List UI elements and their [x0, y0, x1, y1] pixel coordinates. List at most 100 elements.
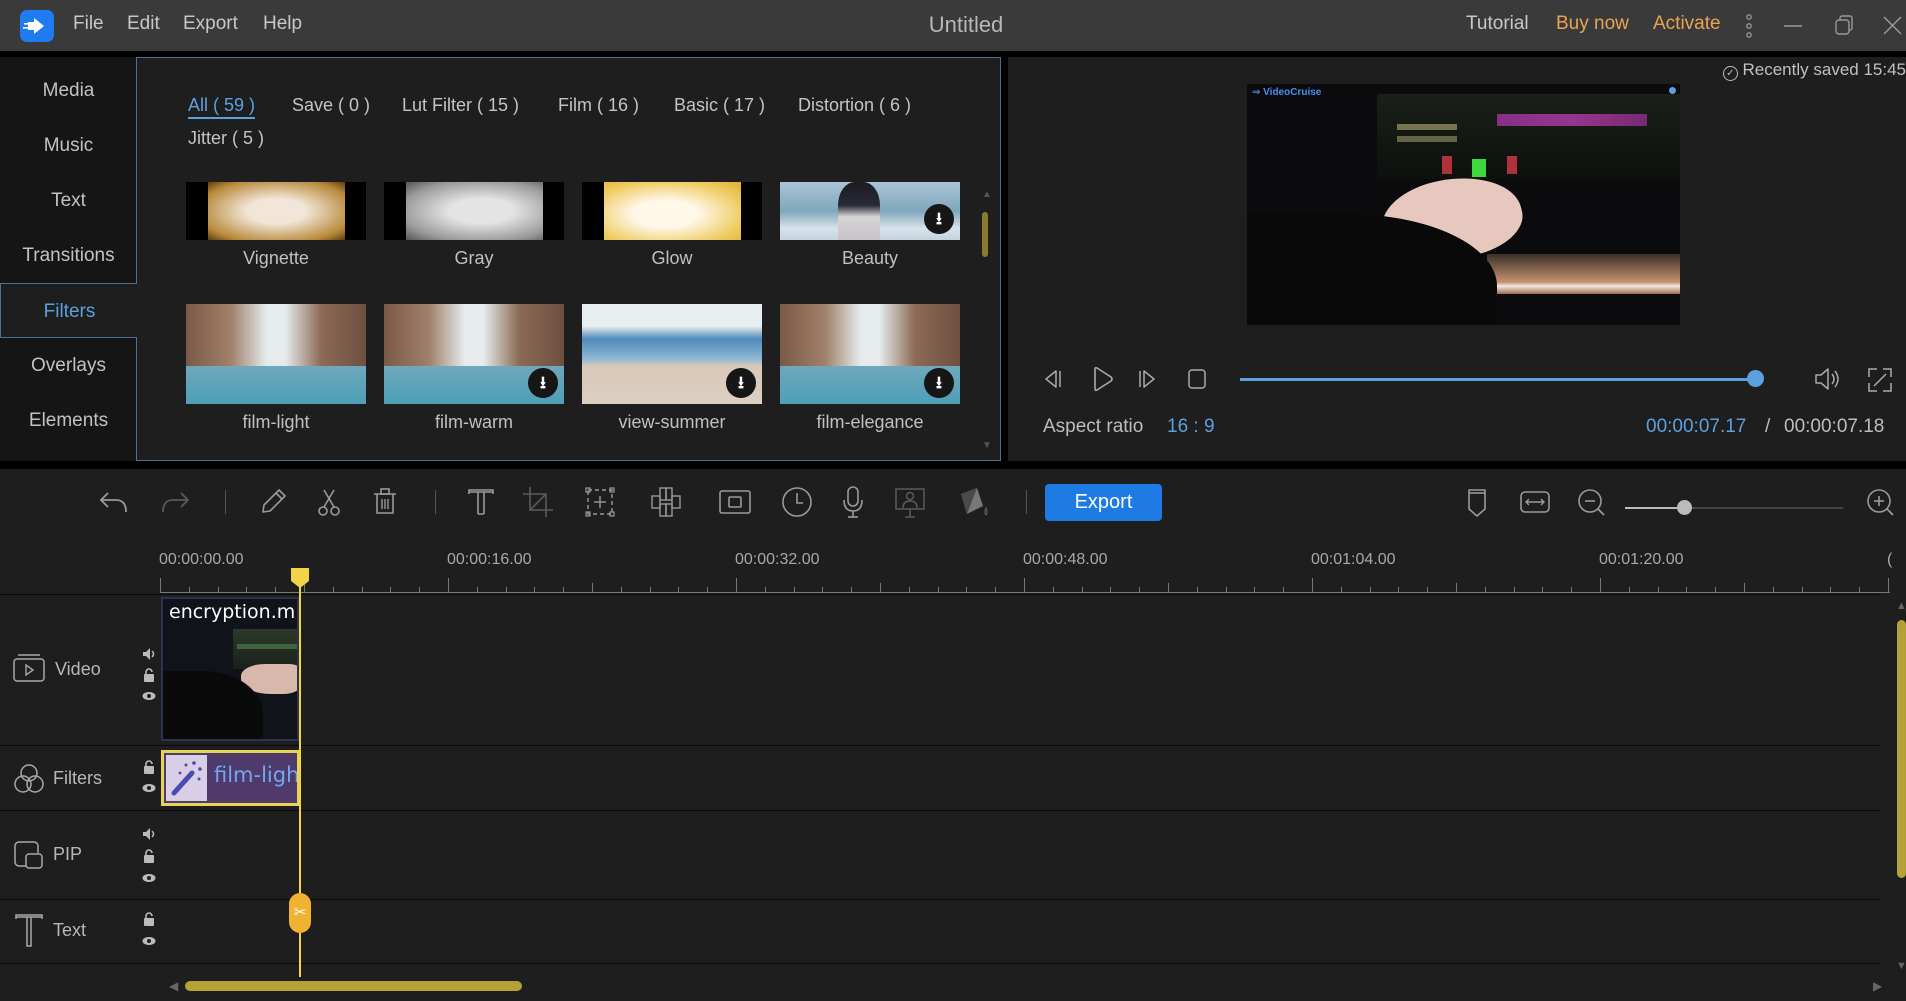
scroll-down-arrow-icon[interactable]: ▼ — [982, 440, 992, 451]
filter-item-film-elegance[interactable]: ⭳ film-elegance — [780, 304, 960, 433]
volume-icon[interactable] — [1812, 365, 1844, 400]
buy-now-link[interactable]: Buy now — [1556, 13, 1629, 35]
marker-icon[interactable] — [1459, 484, 1495, 520]
sidebar-item-media[interactable]: Media — [0, 63, 137, 118]
sidebar-item-elements[interactable]: Elements — [0, 393, 137, 448]
tutorial-link[interactable]: Tutorial — [1466, 13, 1529, 35]
download-icon[interactable]: ⭳ — [726, 368, 756, 398]
filter-item-glow[interactable]: Glow — [582, 182, 762, 269]
minimize-icon[interactable] — [1782, 14, 1804, 36]
more-options-icon[interactable] — [1744, 13, 1754, 39]
watermark-remove-icon[interactable] — [1669, 87, 1676, 94]
lock-icon[interactable] — [142, 760, 156, 774]
timeline-vertical-scrollbar[interactable] — [1897, 620, 1906, 878]
menu-edit[interactable]: Edit — [127, 13, 160, 35]
presenter-icon[interactable] — [892, 484, 928, 520]
ruler-tick — [217, 587, 219, 592]
cut-scissors-icon[interactable] — [311, 484, 347, 520]
lock-icon[interactable] — [142, 668, 156, 682]
color-fill-icon[interactable] — [955, 484, 991, 520]
scroll-up-arrow-icon[interactable]: ▲ — [1896, 600, 1906, 612]
fullscreen-icon[interactable] — [1866, 366, 1894, 401]
zoom-frame-icon[interactable] — [582, 484, 618, 520]
visibility-eye-icon[interactable] — [142, 934, 156, 948]
split-scissors-icon[interactable]: ✂ — [289, 893, 311, 933]
scroll-up-arrow-icon[interactable]: ▲ — [982, 189, 992, 200]
zoom-out-icon[interactable] — [1573, 484, 1609, 520]
lock-icon[interactable] — [142, 912, 156, 926]
sidebar-item-transitions[interactable]: Transitions — [0, 228, 137, 283]
sidebar-item-filters[interactable]: Filters — [0, 283, 138, 338]
download-icon[interactable]: ⭳ — [528, 368, 558, 398]
restore-icon[interactable] — [1833, 14, 1855, 36]
video-preview[interactable]: ⇒ VideoCruise — [1247, 84, 1680, 325]
undo-icon[interactable] — [96, 484, 132, 520]
ruler-label: 00:00:16.00 — [447, 551, 532, 568]
menu-help[interactable]: Help — [263, 13, 302, 35]
visibility-eye-icon[interactable] — [142, 781, 156, 795]
text-tool-icon[interactable] — [463, 484, 499, 520]
sidebar-item-music[interactable]: Music — [0, 118, 137, 173]
visibility-eye-icon[interactable] — [142, 689, 156, 703]
ruler-tick — [1542, 587, 1544, 592]
filter-item-beauty[interactable]: ⭳ Beauty — [780, 182, 960, 269]
watermark: ⇒ VideoCruise — [1252, 87, 1322, 98]
filter-item-view-summer[interactable]: ⭳ view-summer — [582, 304, 762, 433]
sidebar-item-overlays[interactable]: Overlays — [0, 338, 137, 393]
aspect-ratio-value[interactable]: 16 : 9 — [1167, 416, 1215, 438]
timeline-horizontal-scrollbar[interactable] — [185, 981, 522, 991]
previous-frame-icon[interactable] — [1040, 366, 1066, 399]
delete-trash-icon[interactable] — [367, 484, 403, 520]
filter-thumbnail: ⭳ — [780, 182, 960, 240]
filter-label: Vignette — [243, 248, 309, 268]
tab-save[interactable]: Save ( 0 ) — [292, 95, 370, 116]
scroll-down-arrow-icon[interactable]: ▼ — [1896, 960, 1906, 972]
zoom-in-icon[interactable] — [1862, 484, 1898, 520]
download-icon[interactable]: ⭳ — [924, 204, 954, 234]
crop-icon[interactable] — [520, 484, 556, 520]
microphone-icon[interactable] — [835, 484, 871, 520]
download-icon[interactable]: ⭳ — [924, 368, 954, 398]
close-icon[interactable] — [1881, 14, 1903, 36]
visibility-eye-icon[interactable] — [142, 871, 156, 885]
tab-distortion[interactable]: Distortion ( 6 ) — [798, 95, 911, 116]
scroll-right-arrow-icon[interactable]: ▶ — [1873, 979, 1882, 993]
playback-progress-handle[interactable] — [1746, 370, 1764, 387]
stop-icon[interactable] — [1185, 367, 1209, 398]
export-button[interactable]: Export — [1045, 484, 1162, 521]
filter-clip[interactable]: film-ligh — [161, 750, 300, 806]
filter-item-gray[interactable]: Gray — [384, 182, 564, 269]
mosaic-icon[interactable] — [648, 484, 684, 520]
overlay-frame-icon[interactable] — [717, 484, 753, 520]
filter-item-film-light[interactable]: film-light — [186, 304, 366, 433]
tab-jitter[interactable]: Jitter ( 5 ) — [188, 128, 264, 149]
fit-timeline-icon[interactable] — [1517, 484, 1553, 520]
edit-pencil-icon[interactable] — [255, 484, 291, 520]
activate-link[interactable]: Activate — [1653, 13, 1721, 35]
tab-all[interactable]: All ( 59 ) — [188, 95, 256, 119]
lock-icon[interactable] — [142, 849, 156, 863]
filter-thumbnail: ⭳ — [582, 304, 762, 404]
tab-film[interactable]: Film ( 16 ) — [558, 95, 639, 116]
speed-clock-icon[interactable] — [779, 484, 815, 520]
filter-item-film-warm[interactable]: ⭳ film-warm — [384, 304, 564, 433]
timeline-zoom-handle[interactable] — [1676, 500, 1692, 515]
filter-panel-scrollbar[interactable] — [982, 212, 988, 257]
filter-label: Beauty — [841, 248, 899, 268]
mute-speaker-icon[interactable] — [142, 827, 156, 841]
video-clip[interactable]: encryption.m — [161, 597, 299, 741]
mute-speaker-icon[interactable] — [142, 647, 156, 661]
playback-progress-bar[interactable] — [1240, 378, 1760, 381]
redo-icon[interactable] — [157, 484, 193, 520]
track-header-video: Video — [0, 595, 160, 745]
menu-file[interactable]: File — [73, 13, 104, 35]
menu-export[interactable]: Export — [183, 13, 238, 35]
time-ruler[interactable] — [160, 592, 1890, 593]
sidebar-item-text[interactable]: Text — [0, 173, 137, 228]
play-icon[interactable] — [1088, 365, 1116, 400]
tab-lut-filter[interactable]: Lut Filter ( 15 ) — [402, 95, 519, 116]
scroll-left-arrow-icon[interactable]: ◀ — [169, 979, 178, 993]
tab-basic[interactable]: Basic ( 17 ) — [674, 95, 765, 116]
next-frame-icon[interactable] — [1134, 366, 1160, 399]
filter-item-vignette[interactable]: Vignette — [186, 182, 366, 269]
